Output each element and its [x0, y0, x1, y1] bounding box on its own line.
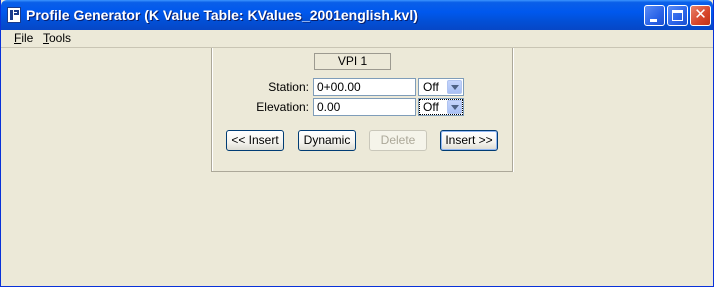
elevation-label: Elevation: — [256, 100, 309, 114]
close-icon: ✕ — [694, 5, 707, 23]
minimize-icon — [650, 19, 657, 22]
maximize-button[interactable] — [667, 5, 688, 26]
insert-before-button[interactable]: << Insert — [226, 130, 284, 151]
app-window: Profile Generator (K Value Table: KValue… — [0, 0, 714, 287]
menu-file-label: ile — [21, 31, 34, 45]
insert-after-button[interactable]: Insert >> — [440, 130, 498, 151]
window-title: Profile Generator (K Value Table: KValue… — [26, 7, 418, 23]
station-mode-value: Off — [423, 80, 439, 94]
station-label: Station: — [268, 80, 309, 94]
vpi-label: VPI 1 — [314, 53, 391, 70]
panel-divider-right — [512, 48, 514, 172]
menu-file[interactable]: File — [14, 31, 33, 45]
minimize-button[interactable] — [644, 5, 665, 26]
maximize-icon — [672, 10, 683, 21]
delete-button: Delete — [369, 130, 427, 151]
panel-divider-bottom — [212, 171, 512, 172]
app-icon[interactable] — [7, 7, 21, 23]
chevron-down-icon[interactable] — [447, 100, 462, 114]
menu-tools-label: ools — [49, 31, 72, 45]
elevation-input[interactable]: 0.00 — [313, 98, 416, 116]
elevation-mode-value: Off — [423, 100, 439, 114]
panel-divider-left — [211, 48, 213, 172]
menu-bar: File Tools — [1, 30, 713, 48]
station-mode-select[interactable]: Off — [418, 78, 464, 96]
dynamic-button[interactable]: Dynamic — [298, 130, 356, 151]
title-bar[interactable]: Profile Generator (K Value Table: KValue… — [1, 0, 713, 30]
menu-tools[interactable]: Tools — [43, 31, 71, 45]
close-button[interactable]: ✕ — [690, 5, 711, 26]
elevation-mode-select[interactable]: Off — [418, 98, 464, 116]
station-input[interactable]: 0+00.00 — [313, 78, 416, 96]
chevron-down-icon[interactable] — [447, 80, 462, 94]
